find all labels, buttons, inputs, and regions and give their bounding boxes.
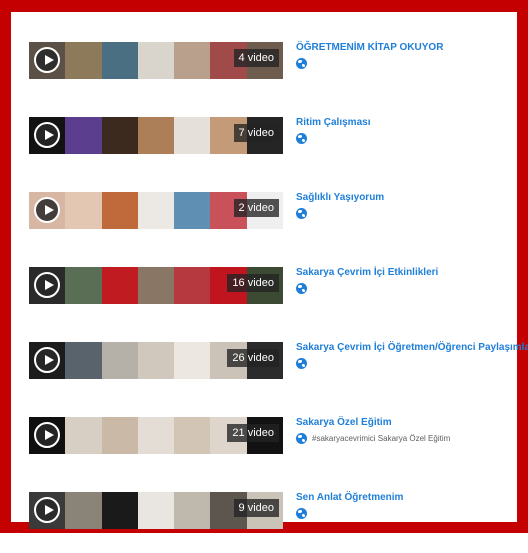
thumbnail-frame	[137, 192, 175, 229]
thumbnail-frame	[101, 192, 139, 229]
video-count-badge: 2 video	[233, 199, 279, 217]
playlist-title[interactable]: Sağlıklı Yaşıyorum	[296, 192, 384, 203]
playlist-meta	[296, 506, 312, 520]
thumbnail-frame	[65, 342, 103, 379]
playlist-thumbnail[interactable]: 7 video	[29, 117, 283, 154]
thumbnail-frame	[137, 492, 175, 529]
video-count-badge: 4 video	[233, 49, 279, 67]
thumbnail-frame	[101, 42, 139, 79]
playlist-item[interactable]: 7 video Ritim Çalışması	[29, 103, 524, 178]
playlist-title[interactable]: Ritim Çalışması	[296, 117, 370, 128]
thumbnail-frame	[137, 417, 175, 454]
playlist-meta	[296, 281, 312, 295]
playlist-title[interactable]: Sen Anlat Öğretmenim	[296, 492, 403, 503]
video-count-badge: 9 video	[233, 499, 279, 517]
play-icon[interactable]	[34, 422, 60, 448]
playlist-item[interactable]: 9 video Sen Anlat Öğretmenim	[29, 478, 524, 553]
thumbnail-frame	[174, 492, 211, 529]
thumbnail-frame	[65, 267, 103, 304]
video-count-badge: 7 video	[233, 124, 279, 142]
red-frame: 4 video ÖĞRETMENİM KİTAP OKUYOR 7 video Rit…	[0, 0, 528, 533]
thumbnail-frame	[101, 117, 139, 154]
globe-icon	[296, 57, 307, 69]
playlist-title[interactable]: Sakarya Çevrim İçi Öğretmen/Öğrenci Payl…	[296, 342, 528, 353]
playlist-meta	[296, 356, 312, 370]
thumbnail-frame	[101, 417, 139, 454]
play-icon[interactable]	[34, 272, 60, 298]
thumbnail-frame	[65, 492, 103, 529]
video-count-badge: 16 video	[227, 274, 279, 292]
playlist-meta	[296, 131, 312, 145]
thumbnail-frame	[174, 42, 211, 79]
globe-icon	[296, 357, 307, 369]
playlist-meta: #sakaryacevrimici Sakarya Özel Eğitim	[296, 431, 450, 445]
play-icon[interactable]	[34, 347, 60, 373]
playlist-thumbnail[interactable]: 2 video	[29, 192, 283, 229]
play-icon[interactable]	[34, 122, 60, 148]
thumbnail-frame	[101, 267, 139, 304]
playlist-meta	[296, 206, 312, 220]
thumbnail-frame	[137, 267, 175, 304]
thumbnail-frame	[65, 192, 103, 229]
playlist-title[interactable]: ÖĞRETMENİM KİTAP OKUYOR	[296, 42, 443, 53]
thumbnail-frame	[174, 267, 211, 304]
video-count-badge: 26 video	[227, 349, 279, 367]
play-icon[interactable]	[34, 197, 60, 223]
playlist-title[interactable]: Sakarya Çevrim İçi Etkinlikleri	[296, 267, 438, 278]
play-icon[interactable]	[34, 47, 60, 73]
playlist-thumbnail[interactable]: 21 video	[29, 417, 283, 454]
thumbnail-frame	[174, 192, 211, 229]
playlist-item[interactable]: 2 video Sağlıklı Yaşıyorum	[29, 178, 524, 253]
playlist-item[interactable]: 4 video ÖĞRETMENİM KİTAP OKUYOR	[29, 28, 524, 103]
thumbnail-frame	[174, 117, 211, 154]
thumbnail-frame	[174, 417, 211, 454]
playlist-thumbnail[interactable]: 9 video	[29, 492, 283, 529]
playlist-description: #sakaryacevrimici Sakarya Özel Eğitim	[312, 433, 451, 443]
playlist-item[interactable]: 16 video Sakarya Çevrim İçi Etkinlikleri	[29, 253, 524, 328]
globe-icon	[296, 282, 307, 294]
thumbnail-frame	[137, 42, 175, 79]
thumbnail-frame	[137, 342, 175, 379]
thumbnail-frame	[137, 117, 175, 154]
playlist-thumbnail[interactable]: 16 video	[29, 267, 283, 304]
thumbnail-frame	[101, 492, 139, 529]
globe-icon	[296, 432, 307, 444]
video-count-badge: 21 video	[227, 424, 279, 442]
playlist-title[interactable]: Sakarya Özel Eğitim	[296, 417, 392, 428]
playlist-thumbnail[interactable]: 26 video	[29, 342, 283, 379]
playlist-item[interactable]: 21 video Sakarya Özel Eğitim #sakaryacevri…	[29, 403, 524, 478]
playlist-meta	[296, 56, 312, 70]
thumbnail-frame	[65, 117, 103, 154]
thumbnail-frame	[65, 42, 103, 79]
globe-icon	[296, 207, 307, 219]
thumbnail-frame	[101, 342, 139, 379]
thumbnail-frame	[65, 417, 103, 454]
playlist-thumbnail[interactable]: 4 video	[29, 42, 283, 79]
thumbnail-frame	[174, 342, 211, 379]
playlist-item[interactable]: 26 video Sakarya Çevrim İçi Öğretmen/Öğre…	[29, 328, 528, 403]
globe-icon	[296, 132, 307, 144]
play-icon[interactable]	[34, 497, 60, 523]
globe-icon	[296, 507, 307, 519]
